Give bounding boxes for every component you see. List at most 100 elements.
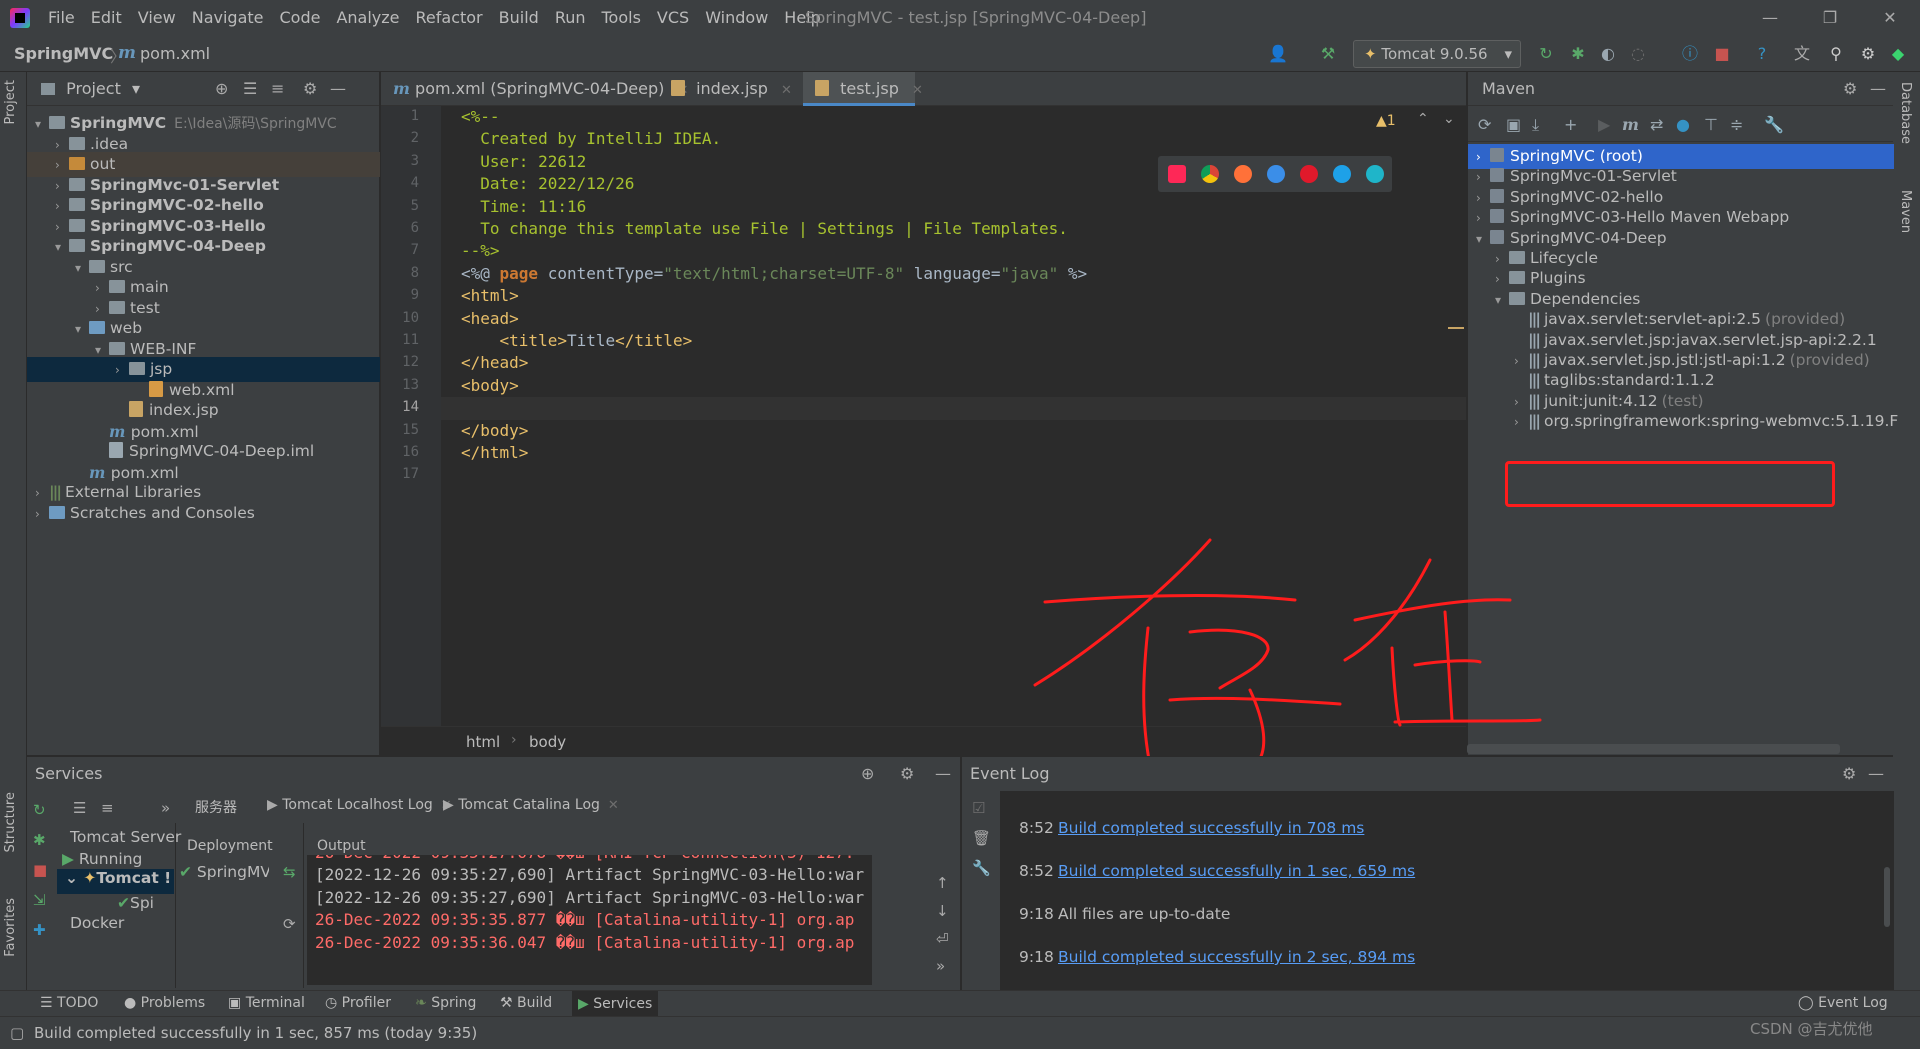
rerun-icon[interactable]: ↻	[33, 801, 46, 819]
tab-label: TODO	[57, 995, 99, 1011]
tab-label: Problems	[140, 995, 206, 1011]
add-service-icon[interactable]: ✚	[33, 921, 46, 939]
services-panel: Services ⊕ ⚙ — ↻ ✱ ■ ⇲ ✚ ☰ ≡ » 服务器 ▶ Tom…	[27, 756, 960, 990]
deployment-item-label: SpringMVC-(	[196, 863, 269, 881]
event-message: All files are up-to-date	[1058, 905, 1231, 923]
event-log-panel: Event Log ⚙ — ☑ 🗑 🔧 8:52 Build completed …	[961, 756, 1894, 991]
event-log-title: Event Log	[970, 764, 1050, 783]
chevron-down-icon: ⌄	[65, 869, 84, 887]
services-title: Services	[35, 764, 103, 783]
scroll-up-icon[interactable]: ↑	[936, 874, 949, 892]
soft-wrap-icon[interactable]: ⏎	[936, 930, 949, 948]
event-time: 9:18	[1019, 948, 1054, 966]
service-tomcat-label: Tomcat !	[96, 869, 172, 887]
service-running[interactable]: ▶ Running	[62, 850, 142, 868]
gear-icon[interactable]: ⚙	[900, 757, 914, 790]
check-icon: ✔	[179, 863, 197, 881]
services-tabs: 服务器 ▶ Tomcat Localhost Log ✕ ▶ Tomcat Cat…	[177, 791, 960, 823]
tab-build[interactable]: ⚒ Build	[500, 995, 552, 1011]
tab-catalina-log[interactable]: ▶ Tomcat Catalina Log ✕	[443, 797, 619, 813]
output-console[interactable]: 26-Dec-2022 09:35:27.678 ��ш [RMI TCP Co…	[307, 855, 872, 985]
service-tomcat-instance[interactable]: ⌄ ✦Tomcat !	[57, 869, 174, 894]
service-artifact-label: Spi	[130, 894, 154, 912]
tab-label: Spring	[431, 995, 477, 1011]
tab-label: Tomcat Localhost Log	[282, 797, 433, 813]
tab-services[interactable]: ▶ Services	[572, 991, 659, 1017]
event-log-header: Event Log ⚙ —	[962, 757, 1893, 790]
divider	[175, 823, 176, 988]
event-log-icon: ◯	[1798, 995, 1819, 1011]
event-time: 9:18	[1019, 905, 1054, 923]
scroll-down-icon[interactable]: ↓	[936, 902, 949, 920]
tab-problems[interactable]: ● Problems	[124, 995, 205, 1011]
deployment-header: Deployment	[187, 838, 273, 854]
output-line: 26-Dec-2022 09:35:35.877 ��ш [Catalina-u…	[315, 910, 855, 930]
play-icon: ▶	[62, 850, 79, 868]
output-line: 26-Dec-2022 09:35:36.047 ��ш [Catalina-u…	[315, 932, 855, 952]
wrench-icon[interactable]: 🔧	[972, 859, 991, 877]
status-message[interactable]: Build completed successfully in 1 sec, 8…	[34, 1024, 477, 1042]
close-icon[interactable]: ✕	[608, 798, 619, 813]
profiler-icon: ◷	[325, 995, 342, 1011]
more-icon[interactable]: »	[161, 799, 170, 817]
service-docker[interactable]: Docker	[70, 914, 124, 932]
vertical-scrollbar[interactable]	[1884, 867, 1890, 927]
terminal-icon: ▣	[228, 995, 246, 1011]
deploy-icon[interactable]: ⇲	[33, 891, 46, 909]
expand-all-icon[interactable]: ☰	[73, 799, 86, 817]
tab-label: Event Log	[1818, 995, 1888, 1011]
watermark: CSDN @吉尤优他	[1750, 1020, 1873, 1038]
status-toggle-icon[interactable]: ▢	[10, 1024, 24, 1042]
build-hammer-icon: ⚒	[500, 995, 518, 1011]
stop-icon[interactable]: ■	[33, 861, 47, 879]
list-icon: ☰	[40, 995, 58, 1011]
status-bar: ▢ Build completed successfully in 1 sec,…	[0, 1016, 1920, 1049]
tab-label: Profiler	[341, 995, 391, 1011]
tab-profiler[interactable]: ◷ Profiler	[325, 995, 391, 1011]
check-icon: ✔	[117, 894, 130, 912]
tab-event-log[interactable]: ◯ Event Log	[1798, 995, 1888, 1011]
deploy-icon[interactable]: ⇆	[283, 863, 296, 881]
deployment-item[interactable]: ✔ SpringMVC-(	[179, 863, 269, 881]
output-header: Output	[317, 838, 366, 854]
tab-label: Tomcat Catalina Log	[458, 797, 600, 813]
debug-icon[interactable]: ✱	[33, 831, 46, 849]
tab-label: Build	[517, 995, 553, 1011]
services-icon: ▶	[578, 996, 594, 1012]
tomcat-icon: ✦	[83, 869, 97, 887]
tab-spring[interactable]: ❧ Spring	[415, 995, 476, 1011]
event-time: 8:52	[1019, 819, 1054, 837]
event-log-list: 8:52 Build completed successfully in 708 …	[1000, 791, 1894, 991]
tab-server[interactable]: 服务器	[195, 797, 237, 817]
problems-icon: ●	[124, 995, 141, 1011]
spring-icon: ❧	[415, 995, 432, 1011]
service-artifact[interactable]: ✔Spi	[117, 894, 174, 912]
output-line: [2022-12-26 09:35:27,690] Artifact Sprin…	[315, 865, 865, 885]
collapse-all-icon[interactable]: ≡	[101, 799, 114, 817]
output-line: [2022-12-26 09:35:27,690] Artifact Sprin…	[315, 887, 865, 907]
event-link[interactable]: Build completed successfully in 2 sec, 8…	[1058, 948, 1415, 966]
tab-localhost-log[interactable]: ▶ Tomcat Localhost Log ✕	[267, 797, 452, 813]
services-header: Services ⊕ ⚙ —	[27, 757, 960, 790]
gear-icon[interactable]: ⚙	[1842, 757, 1856, 790]
tab-label: Services	[593, 996, 653, 1012]
mark-read-icon[interactable]: ☑	[972, 799, 985, 817]
tab-terminal[interactable]: ▣ Terminal	[228, 995, 305, 1011]
event-link[interactable]: Build completed successfully in 708 ms	[1058, 819, 1364, 837]
services-side-toolbar: ↻ ✱ ■ ⇲ ✚	[27, 791, 49, 991]
tab-todo[interactable]: ☰ TODO	[40, 995, 98, 1011]
tab-label: Terminal	[245, 995, 305, 1011]
output-line: 26-Dec-2022 09:35:27.678 ��ш [RMI TCP Co…	[315, 855, 854, 862]
event-time: 8:52	[1019, 862, 1054, 880]
service-running-label: Running	[78, 850, 143, 868]
refresh-icon[interactable]: ⟳	[283, 915, 296, 933]
divider	[303, 823, 304, 988]
trash-icon[interactable]: 🗑	[972, 829, 991, 847]
event-link[interactable]: Build completed successfully in 1 sec, 6…	[1058, 862, 1415, 880]
hide-panel-icon[interactable]: —	[935, 757, 951, 790]
hide-panel-icon[interactable]: —	[1868, 757, 1884, 790]
bottom-tool-window-bar: ☰ TODO ● Problems ▣ Terminal ◷ Profiler …	[0, 990, 1920, 1017]
service-tomcat-server[interactable]: Tomcat Server	[70, 828, 181, 846]
locate-icon[interactable]: ⊕	[861, 757, 874, 790]
more-icon[interactable]: »	[936, 957, 945, 975]
